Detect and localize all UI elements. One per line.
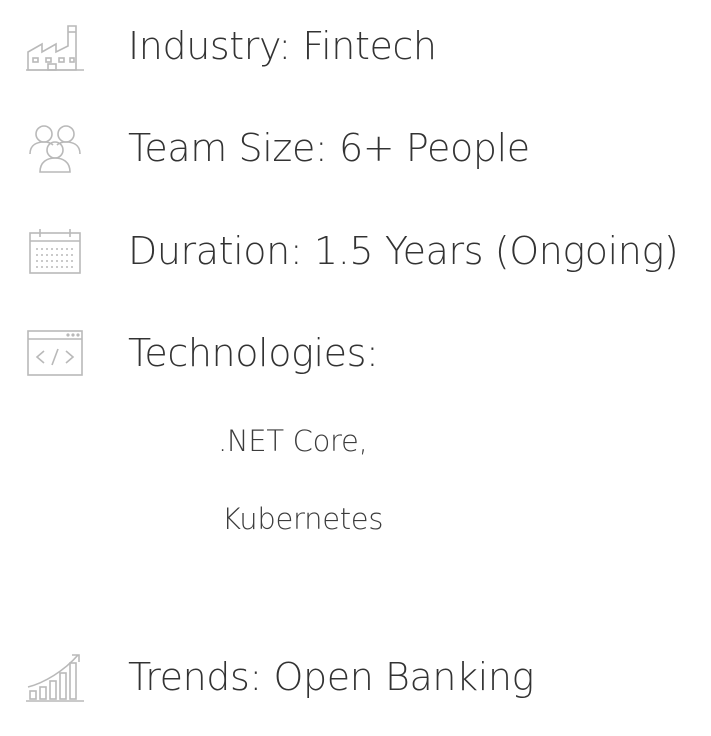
industry-label: Industry: Fintech xyxy=(128,24,437,68)
calendar-icon xyxy=(24,223,86,279)
team-size-row: Team Size: 6+ People xyxy=(0,118,711,178)
technologies-row: Technologies: xyxy=(0,323,711,383)
duration-row: Duration: 1.5 Years (Ongoing) xyxy=(0,221,711,281)
factory-icon xyxy=(24,18,86,74)
team-size-label: Team Size: 6+ People xyxy=(128,126,530,170)
industry-row: Industry: Fintech xyxy=(0,16,711,76)
team-icon xyxy=(24,120,86,176)
growth-chart-icon xyxy=(24,649,86,705)
technologies-label: Technologies: xyxy=(128,331,379,375)
duration-label: Duration: 1.5 Years (Ongoing) xyxy=(128,229,679,273)
code-window-icon xyxy=(24,325,86,381)
trends-label: Trends: Open Banking xyxy=(128,655,534,699)
trends-row: Trends: Open Banking xyxy=(0,647,711,707)
technology-item: .NET Core, xyxy=(218,424,368,458)
technology-item: Kubernetes xyxy=(222,502,384,536)
